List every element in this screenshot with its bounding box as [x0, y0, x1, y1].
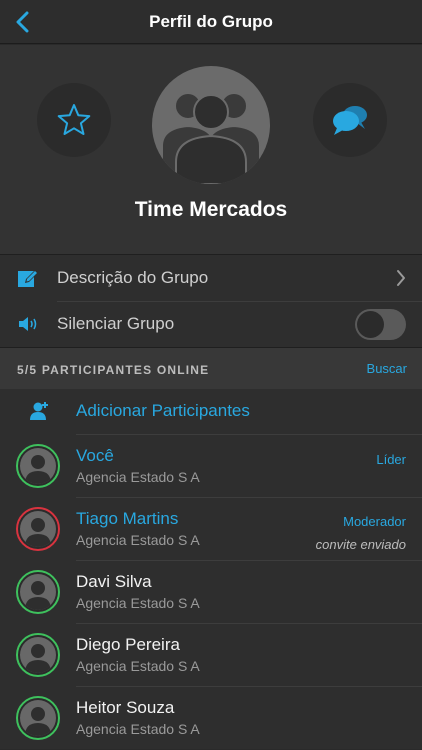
- navigation-bar: Perfil do Grupo: [0, 0, 422, 44]
- mute-group-row: Silenciar Grupo: [0, 301, 422, 347]
- add-participants-button[interactable]: Adicionar Participantes: [0, 389, 422, 434]
- member-organization: Agencia Estado S A: [76, 595, 200, 611]
- participants-list: Adicionar Participantes Você Agencia Est…: [0, 389, 422, 749]
- group-description-label: Descrição do Grupo: [57, 268, 209, 287]
- person-icon: [25, 644, 51, 673]
- avatar[interactable]: [16, 696, 60, 740]
- group-name: Time Mercados: [134, 198, 288, 221]
- list-item: Você Agencia Estado S A Líder: [0, 434, 422, 497]
- group-settings: Descrição do Grupo Silenciar Grupo: [0, 254, 422, 347]
- star-icon: [57, 104, 91, 135]
- participants-section-header: 5/5 PARTICIPANTES ONLINE Buscar: [0, 347, 422, 389]
- add-participants-label: Adicionar Participantes: [76, 401, 250, 420]
- add-person-icon: [30, 402, 48, 420]
- favorite-button[interactable]: [37, 83, 111, 157]
- mute-toggle[interactable]: [355, 309, 406, 340]
- person-icon: [25, 455, 51, 484]
- member-organization: Agencia Estado S A: [76, 658, 200, 674]
- member-name[interactable]: Davi Silva: [76, 572, 152, 592]
- member-role-badge: Líder: [376, 452, 406, 467]
- chat-button[interactable]: [313, 83, 387, 157]
- page-title: Perfil do Grupo: [149, 12, 273, 31]
- person-icon: [25, 581, 51, 610]
- speaker-icon: [17, 313, 39, 335]
- list-item: Diego Pereira Agencia Estado S A: [0, 623, 422, 686]
- avatar[interactable]: [16, 570, 60, 614]
- participants-count-title: 5/5 PARTICIPANTES ONLINE: [17, 363, 210, 377]
- edit-icon: [17, 267, 39, 289]
- member-organization: Agencia Estado S A: [76, 469, 200, 485]
- group-header: Time Mercados: [0, 45, 422, 254]
- person-icon: [25, 518, 51, 547]
- member-role-badge: Moderador: [343, 514, 406, 529]
- group-people-icon: [161, 92, 261, 184]
- chat-bubbles-icon: [333, 106, 367, 135]
- member-organization: Agencia Estado S A: [76, 721, 200, 737]
- member-organization: Agencia Estado S A: [76, 532, 200, 548]
- chevron-right-icon: [397, 270, 405, 286]
- invite-status: convite enviado: [315, 537, 406, 552]
- member-name[interactable]: Você: [76, 446, 114, 466]
- member-name[interactable]: Heitor Souza: [76, 698, 174, 718]
- toggle-knob: [357, 311, 384, 338]
- list-item: Davi Silva Agencia Estado S A: [0, 560, 422, 623]
- list-item: Heitor Souza Agencia Estado S A: [0, 686, 422, 749]
- search-button[interactable]: Buscar: [367, 361, 407, 376]
- person-icon: [25, 707, 51, 736]
- group-avatar[interactable]: [152, 66, 270, 184]
- avatar[interactable]: [16, 444, 60, 488]
- member-name[interactable]: Tiago Martins: [76, 509, 178, 529]
- avatar[interactable]: [16, 633, 60, 677]
- member-name[interactable]: Diego Pereira: [76, 635, 180, 655]
- list-item: Tiago Martins Agencia Estado S A Moderad…: [0, 497, 422, 560]
- avatar[interactable]: [16, 507, 60, 551]
- group-description-row[interactable]: Descrição do Grupo: [0, 255, 422, 301]
- mute-group-label: Silenciar Grupo: [57, 314, 175, 333]
